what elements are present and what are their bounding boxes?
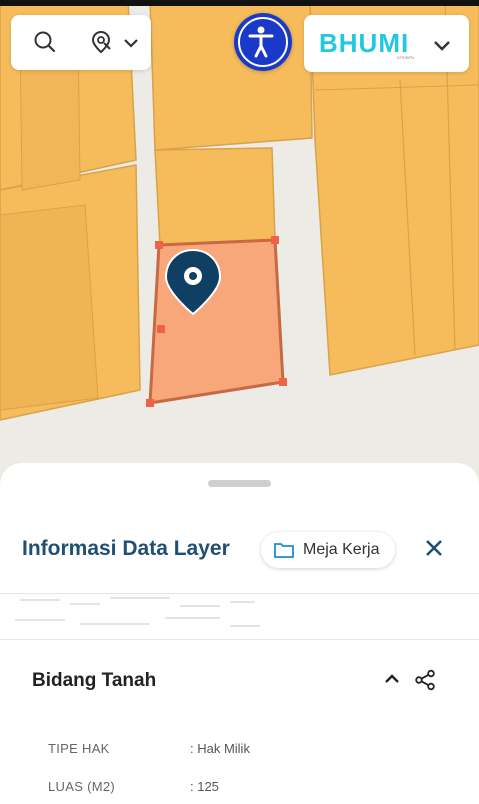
accessibility-button[interactable] xyxy=(234,13,292,71)
search-icon[interactable] xyxy=(32,29,58,60)
workspace-button[interactable]: Meja Kerja xyxy=(261,532,395,568)
field-label-luas: LUAS (M2) xyxy=(48,779,115,794)
chevron-down-icon[interactable] xyxy=(431,34,453,61)
share-icon[interactable] xyxy=(414,669,436,696)
accessibility-icon xyxy=(238,17,288,67)
app-logo-sub: ATR/BPN xyxy=(397,55,415,60)
folder-icon xyxy=(273,540,295,565)
location-search-icon[interactable] xyxy=(89,29,115,60)
search-toolbar xyxy=(11,15,151,70)
chevron-up-icon[interactable] xyxy=(382,669,402,694)
status-bar xyxy=(0,0,479,6)
workspace-label: Meja Kerja xyxy=(303,541,380,558)
field-label-tipe-hak: TIPE HAK xyxy=(48,741,110,756)
field-value-luas: : 125 xyxy=(190,779,219,794)
field-value-tipe-hak: : Hak Milik xyxy=(190,741,250,756)
app-switcher[interactable]: BHUMI ATR/BPN xyxy=(304,15,469,72)
parcel[interactable] xyxy=(149,0,313,151)
panel-title: Informasi Data Layer xyxy=(22,537,230,560)
app-logo: BHUMI xyxy=(319,28,410,58)
section-title: Bidang Tanah xyxy=(32,670,157,691)
parcel[interactable] xyxy=(154,147,276,246)
drag-handle[interactable] xyxy=(208,480,271,487)
blurred-content xyxy=(0,591,479,639)
chevron-down-icon[interactable] xyxy=(121,33,141,58)
close-icon[interactable] xyxy=(422,536,446,560)
map-canvas[interactable] xyxy=(0,0,479,480)
map-view[interactable] xyxy=(0,0,479,480)
parcel[interactable] xyxy=(0,204,99,411)
divider xyxy=(0,639,479,640)
info-bottom-sheet: Informasi Data Layer Meja Kerja Bidang T… xyxy=(0,463,479,804)
